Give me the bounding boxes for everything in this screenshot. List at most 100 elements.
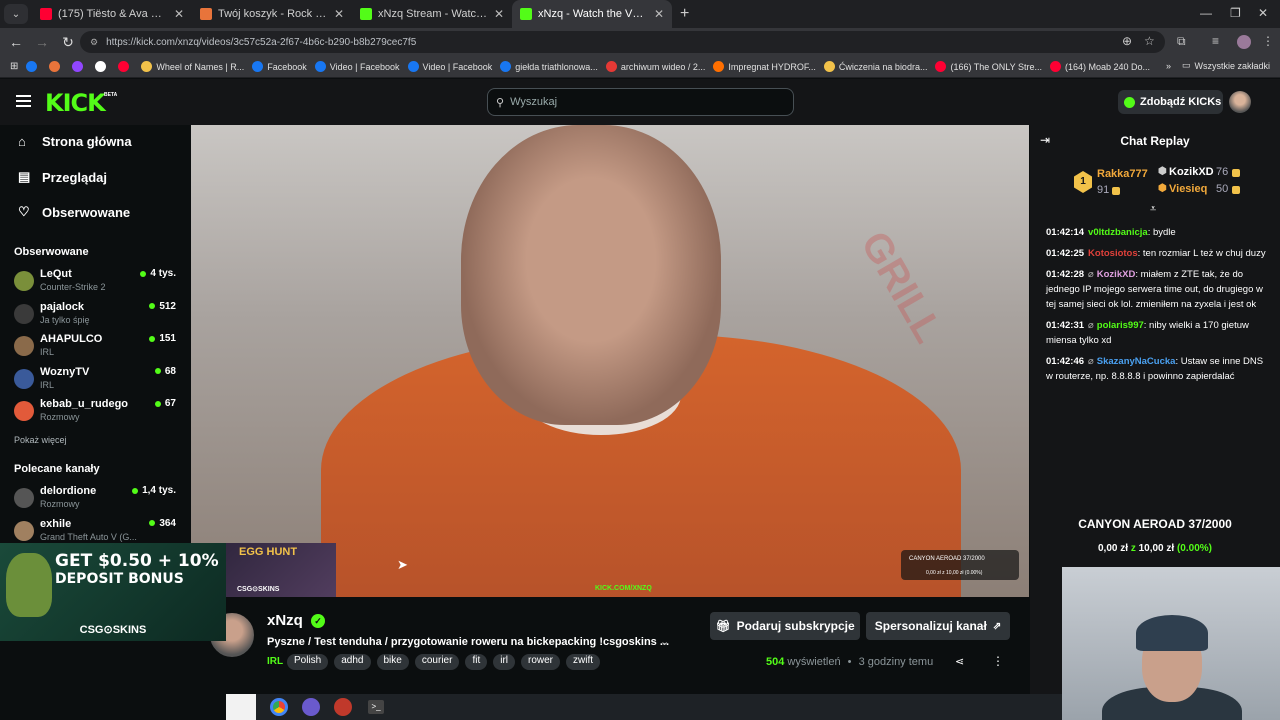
- bookmark-item[interactable]: Wheel of Names | R...: [141, 61, 244, 72]
- tab-search-button[interactable]: ⌄: [4, 4, 28, 24]
- bookmark-item[interactable]: [49, 61, 64, 72]
- close-tab-icon[interactable]: ✕: [334, 7, 344, 21]
- channel-item[interactable]: LeQut Counter-Strike 2 4 tys.: [14, 268, 176, 298]
- goal-target: 10,00 zł: [1138, 543, 1175, 554]
- address-bar[interactable]: ⚙ https://kick.com/xnzq/videos/3c57c52a-…: [80, 31, 1165, 53]
- video-player[interactable]: GRILL EGG HUNT CSG⊙SKINS CANYON AEROAD 3…: [191, 125, 1029, 597]
- chevron-down-icon[interactable]: ⌄: [660, 635, 669, 648]
- bookmark-item[interactable]: [72, 61, 87, 72]
- all-bookmarks[interactable]: ▭ Wszystkie zakładki: [1182, 60, 1270, 71]
- nav-following[interactable]: ♡ Obserwowane: [18, 204, 130, 220]
- bookmark-label: Video | Facebook: [422, 61, 493, 72]
- forward-icon[interactable]: →: [30, 34, 54, 50]
- chrome-icon[interactable]: [270, 698, 288, 716]
- bookmark-item[interactable]: Facebook: [252, 61, 307, 72]
- tag-pill[interactable]: Polish: [287, 654, 329, 670]
- apps-icon[interactable]: ⊞: [10, 61, 18, 72]
- bookmark-item[interactable]: Impregnat HYDROF...: [713, 61, 816, 72]
- show-more-link[interactable]: Pokaż więcej: [14, 435, 67, 445]
- promo-line-1: GET $0.50 + 10%: [55, 551, 219, 571]
- viewer-count-value: 68: [164, 365, 176, 377]
- tag-pill[interactable]: fit: [465, 654, 488, 670]
- category-link[interactable]: IRL: [267, 656, 283, 667]
- message-time: 01:42:46: [1046, 356, 1085, 367]
- profile-icon[interactable]: [1237, 35, 1251, 49]
- get-kicks-button[interactable]: Zdobądź KICKs: [1118, 90, 1223, 114]
- bookmark-star-icon[interactable]: ☆: [1144, 34, 1155, 48]
- bookmark-item[interactable]: [118, 61, 133, 72]
- csgoskins-promo-banner[interactable]: GET $0.50 + 10% DEPOSIT BONUS CSG⊙SKINS: [0, 543, 226, 641]
- new-tab-button[interactable]: +: [680, 5, 689, 23]
- browser-tab[interactable]: (175) Tiësto & Ava Max - Th ✕: [32, 0, 192, 28]
- restore-icon[interactable]: ❐: [1230, 6, 1241, 20]
- close-tab-icon[interactable]: ✕: [654, 7, 664, 21]
- live-dot-icon: [132, 487, 139, 494]
- tag-pill[interactable]: bike: [376, 654, 409, 670]
- customize-label: Spersonalizuj kanał: [874, 619, 987, 633]
- kick-logo[interactable]: KICK: [45, 89, 106, 117]
- reload-icon[interactable]: ↻: [56, 34, 80, 51]
- gift-subs-label: Podaruj subskrypcje: [736, 619, 855, 633]
- channel-item[interactable]: delordione Rozmowy 1,4 tys.: [14, 485, 176, 515]
- close-tab-icon[interactable]: ✕: [494, 7, 504, 21]
- extensions-icon[interactable]: ⧉: [1177, 34, 1186, 49]
- channel-item[interactable]: WoznyTV IRL 68: [14, 366, 176, 396]
- tag-pill[interactable]: adhd: [334, 654, 371, 670]
- back-icon[interactable]: ←: [4, 34, 28, 50]
- bookmark-item[interactable]: (166) The ONLY Stre...: [935, 61, 1042, 72]
- minimize-icon[interactable]: —: [1200, 6, 1212, 20]
- search-input[interactable]: ⚲ Wyszukaj: [487, 88, 794, 116]
- message-time: 01:42:28: [1046, 269, 1085, 280]
- menu-icon[interactable]: [16, 95, 31, 107]
- nav-home[interactable]: ⌂ Strona główna: [18, 134, 132, 149]
- tag-pill[interactable]: courier: [414, 654, 460, 670]
- zoom-icon[interactable]: ⊕: [1122, 34, 1132, 48]
- tag-pill[interactable]: zwift: [566, 654, 601, 670]
- close-tab-icon[interactable]: ✕: [174, 7, 184, 21]
- message-user[interactable]: v0ltdzbanicja: [1088, 227, 1148, 238]
- tag-pill[interactable]: irl: [493, 654, 515, 670]
- browser-tab[interactable]: Twój koszyk - Rock Point ✕: [192, 0, 352, 28]
- live-dot-icon: [154, 368, 161, 374]
- overlay-brand: CSG⊙SKINS: [237, 586, 280, 593]
- message-user[interactable]: polaris997: [1097, 320, 1144, 331]
- message-user[interactable]: Kotosiotos: [1088, 248, 1138, 259]
- tab-label: xNzq - Watch the VOD on Kick: [538, 8, 648, 20]
- close-window-icon[interactable]: ✕: [1258, 6, 1268, 20]
- nav-browse[interactable]: ▤ Przeglądaj: [18, 169, 107, 185]
- message-user[interactable]: SkazanyNaCucka: [1097, 356, 1176, 367]
- bookmark-item[interactable]: giełda triathlonowa...: [500, 61, 598, 72]
- tag-pill[interactable]: rower: [521, 654, 561, 670]
- bookmark-item[interactable]: Ćwiczenia na biodra...: [823, 61, 927, 72]
- share-icon[interactable]: ⋖: [955, 655, 964, 668]
- terminal-icon[interactable]: >_: [368, 700, 384, 714]
- bookmark-label: Impregnat HYDROF...: [728, 61, 816, 72]
- channel-item[interactable]: AHAPULCO IRL 151: [14, 333, 176, 363]
- user-avatar[interactable]: [1229, 91, 1251, 113]
- channel-avatar: [14, 336, 34, 356]
- app-icon[interactable]: [302, 698, 320, 716]
- bookmark-item[interactable]: Video | Facebook: [314, 61, 400, 72]
- reading-list-icon[interactable]: ≡: [1212, 34, 1219, 48]
- bookmark-item[interactable]: [95, 61, 110, 72]
- gift-subs-button[interactable]: 🎁︎ Podaruj subskrypcje: [710, 612, 860, 640]
- obs-icon[interactable]: [334, 698, 352, 716]
- channel-item[interactable]: pajalock Ja tylko śpię 512: [14, 301, 176, 331]
- site-info-icon[interactable]: ⚙: [90, 37, 98, 48]
- more-options-icon[interactable]: ⋮: [992, 654, 1004, 668]
- channel-category: Rozmowy: [40, 499, 80, 509]
- browser-menu-icon[interactable]: ⋮: [1262, 34, 1274, 48]
- streamer-name[interactable]: xNzq: [267, 612, 303, 629]
- browser-tab[interactable]: xNzq - Watch the VOD on Kick ✕: [512, 0, 672, 28]
- more-bookmarks-icon[interactable]: »: [1166, 61, 1171, 71]
- expand-leaderboard-icon[interactable]: ⩡: [1150, 203, 1156, 216]
- message-user[interactable]: KozikXD: [1097, 269, 1136, 280]
- customize-channel-button[interactable]: Spersonalizuj kanał ⇗: [866, 612, 1010, 640]
- bookmark-item[interactable]: archiwum wideo / 2...: [605, 61, 705, 72]
- bookmark-item[interactable]: [26, 61, 41, 72]
- bookmark-item[interactable]: Video | Facebook: [407, 61, 493, 72]
- egg-hunt-text: EGG HUNT: [239, 546, 298, 558]
- browser-tab[interactable]: xNzq Stream - Watch Live on K ✕: [352, 0, 512, 28]
- channel-item[interactable]: kebab_u_rudego Rozmowy 67: [14, 398, 176, 428]
- bookmark-item[interactable]: (164) Moab 240 Do...: [1050, 61, 1150, 72]
